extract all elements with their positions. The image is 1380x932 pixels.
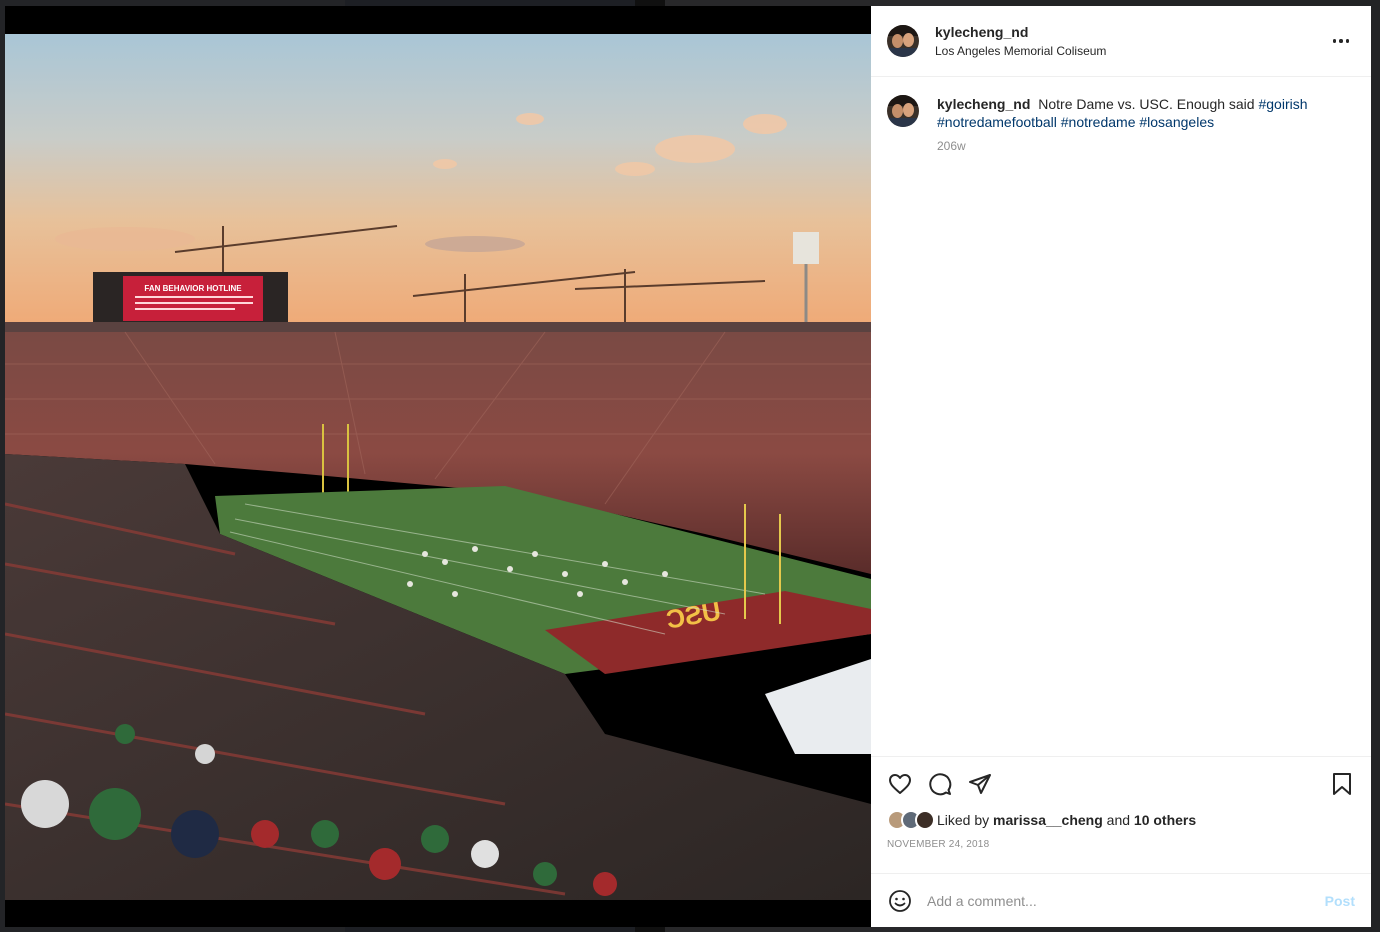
comment-bar: Post bbox=[871, 873, 1371, 927]
action-bar bbox=[887, 769, 1355, 799]
light-tower bbox=[793, 232, 819, 264]
more-options-icon[interactable] bbox=[1329, 32, 1353, 50]
caption-text: Notre Dame vs. USC. Enough said bbox=[1038, 96, 1255, 112]
scoreboard-title: FAN BEHAVIOR HOTLINE bbox=[144, 284, 242, 293]
header-text: kylecheng_nd Los Angeles Memorial Colise… bbox=[935, 24, 1106, 58]
liker-username[interactable]: marissa__cheng bbox=[993, 812, 1103, 828]
caption-area: kylecheng_nd Notre Dame vs. USC. Enough … bbox=[871, 77, 1371, 756]
liked-by-label: Liked by bbox=[937, 812, 990, 828]
comment-bubble-icon[interactable] bbox=[927, 771, 953, 797]
hashtag-link[interactable]: #goirish bbox=[1258, 96, 1307, 112]
likes-connector: and bbox=[1106, 812, 1131, 828]
post-header: kylecheng_nd Los Angeles Memorial Colise… bbox=[871, 6, 1371, 77]
avatar[interactable] bbox=[915, 810, 935, 830]
hashtag-link[interactable]: #notredame bbox=[1061, 114, 1136, 130]
time-ago[interactable]: 206w bbox=[937, 139, 1337, 153]
paper-plane-icon[interactable] bbox=[967, 771, 993, 797]
actions-area: Liked by marissa__cheng and 10 others NO… bbox=[871, 756, 1371, 873]
caption-username[interactable]: kylecheng_nd bbox=[937, 96, 1030, 112]
avatar[interactable] bbox=[887, 95, 919, 127]
post-date[interactable]: NOVEMBER 24, 2018 bbox=[887, 839, 1355, 850]
avatar[interactable] bbox=[887, 25, 919, 57]
likes-summary: Liked by marissa__cheng and 10 others bbox=[887, 810, 1355, 830]
likes-others-link[interactable]: 10 others bbox=[1134, 812, 1196, 828]
hashtag-link[interactable]: #losangeles bbox=[1139, 114, 1214, 130]
heart-icon[interactable] bbox=[887, 771, 913, 797]
hashtag-link[interactable]: #notredamefootball bbox=[937, 114, 1057, 130]
caption: kylecheng_nd Notre Dame vs. USC. Enough … bbox=[937, 95, 1337, 131]
post-comment-button[interactable]: Post bbox=[1325, 893, 1355, 909]
scoreboard: FAN BEHAVIOR HOTLINE bbox=[93, 272, 288, 324]
bookmark-icon[interactable] bbox=[1329, 771, 1355, 797]
emoji-smile-icon[interactable] bbox=[887, 888, 913, 914]
comment-input[interactable] bbox=[927, 892, 1325, 909]
post-photo[interactable]: FAN BEHAVIOR HOTLINE USC bbox=[5, 34, 871, 900]
location-link[interactable]: Los Angeles Memorial Coliseum bbox=[935, 44, 1106, 58]
tent bbox=[765, 659, 871, 754]
liker-avatars bbox=[887, 810, 935, 830]
caption-body: kylecheng_nd Notre Dame vs. USC. Enough … bbox=[937, 95, 1337, 756]
post-photo-panel: FAN BEHAVIOR HOTLINE USC bbox=[5, 6, 871, 927]
username[interactable]: kylecheng_nd bbox=[935, 24, 1106, 40]
post-details-panel: kylecheng_nd Los Angeles Memorial Colise… bbox=[871, 6, 1371, 927]
